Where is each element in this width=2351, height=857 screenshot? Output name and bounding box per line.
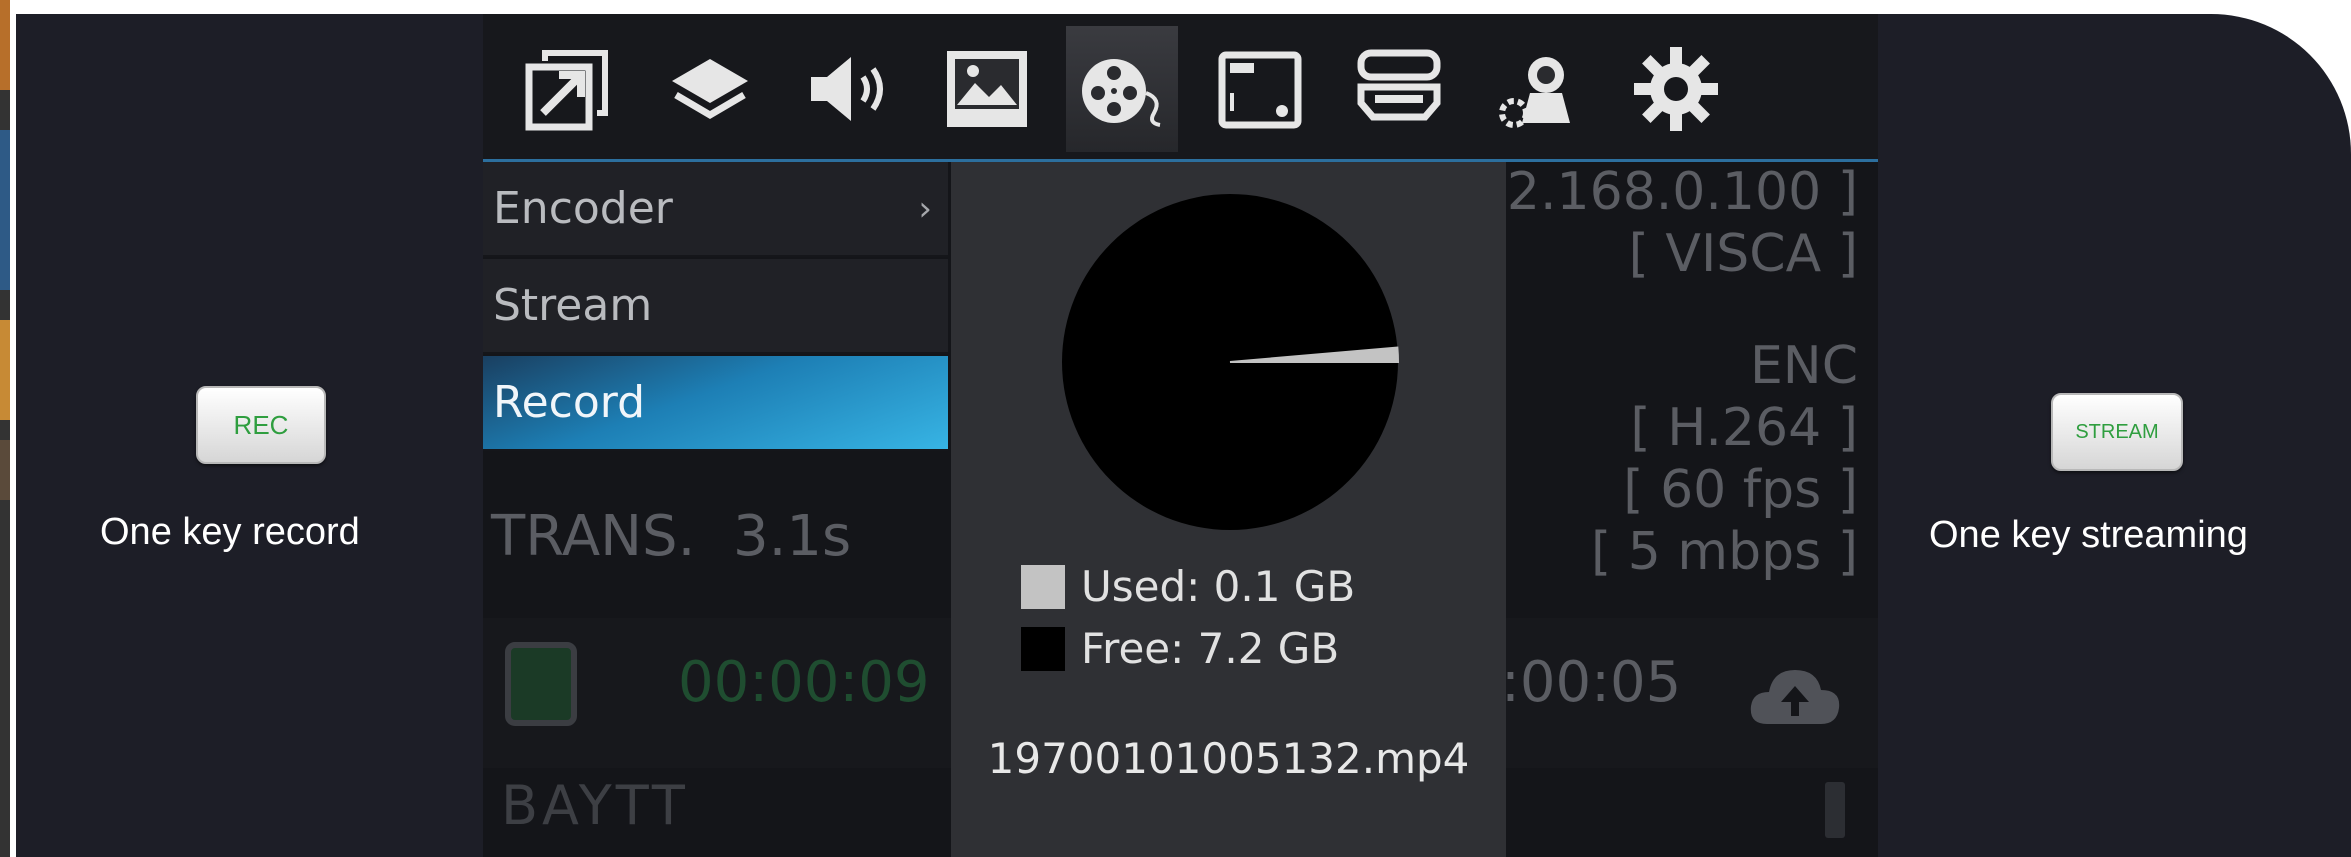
menu-item-encoder[interactable]: Encoder › [483, 162, 948, 257]
display-window-icon[interactable] [1204, 26, 1316, 152]
storage-pie-chart [1062, 194, 1400, 530]
menu-item-label: Stream [493, 280, 653, 331]
rec-key-button[interactable]: REC [196, 386, 326, 464]
encoder-bitrate-text: [ 5 mbps ] [1590, 522, 1858, 582]
recording-filename: 19700101005132.mp4 [987, 734, 1470, 783]
encoder-codec-text: [ H.264 ] [1630, 398, 1858, 458]
chevron-right-icon: › [918, 188, 932, 229]
input-source-icon[interactable] [511, 26, 623, 152]
menu-item-label: Encoder [493, 183, 673, 234]
legend-free-swatch [1021, 626, 1065, 671]
legend-used-swatch [1021, 564, 1065, 609]
menu-item-label: Record [493, 377, 646, 428]
legend-used-label: Used: 0.1 GB [1081, 562, 1356, 611]
media-reel-icon[interactable] [1066, 26, 1178, 152]
camera-protocol-text: [ VISCA ] [1628, 224, 1858, 284]
layers-icon[interactable] [654, 26, 766, 152]
record-timer: 00:00:09 [678, 650, 930, 715]
battery-indicator [1825, 782, 1845, 838]
cloud-upload-icon [1745, 654, 1845, 738]
stream-key-caption: One key streaming [1929, 514, 2248, 556]
legend-free-label: Free: 7.2 GB [1081, 624, 1340, 673]
menu-item-record[interactable]: Record [483, 356, 948, 451]
settings-gear-icon[interactable] [1620, 26, 1732, 152]
ptz-camera-settings-icon[interactable] [1482, 26, 1594, 152]
storage-usage-popup: Used: 0.1 GB Free: 7.2 GB 19700101005132… [951, 162, 1506, 857]
menu-item-stream[interactable]: Stream [483, 259, 948, 354]
legend-used: Used: 0.1 GB [1021, 562, 1355, 611]
transition-label: TRANS. [491, 504, 696, 569]
stream-key-button[interactable]: STREAM [2051, 393, 2183, 471]
camera-ip-text: 92.168.0.100 ] [1473, 162, 1858, 222]
transition-value: 3.1s [733, 504, 852, 569]
top-toolbar [483, 14, 1878, 159]
stream-timer: :00:05 [1501, 650, 1682, 715]
device-screen: 92.168.0.100 ] [ VISCA ] ENC [ H.264 ] [… [483, 14, 1878, 857]
left-edge-photo-strip [0, 0, 10, 857]
encoder-fps-text: [ 60 fps ] [1623, 460, 1858, 520]
rec-key-caption: One key record [100, 511, 360, 553]
legend-free: Free: 7.2 GB [1021, 624, 1339, 673]
encoder-title: ENC [1749, 336, 1858, 396]
brand-logo: BAYTT [501, 774, 689, 837]
audio-icon[interactable] [793, 26, 905, 152]
hdmi-port-icon[interactable] [1343, 26, 1455, 152]
record-stop-button[interactable] [505, 642, 577, 726]
image-icon[interactable] [931, 26, 1043, 152]
